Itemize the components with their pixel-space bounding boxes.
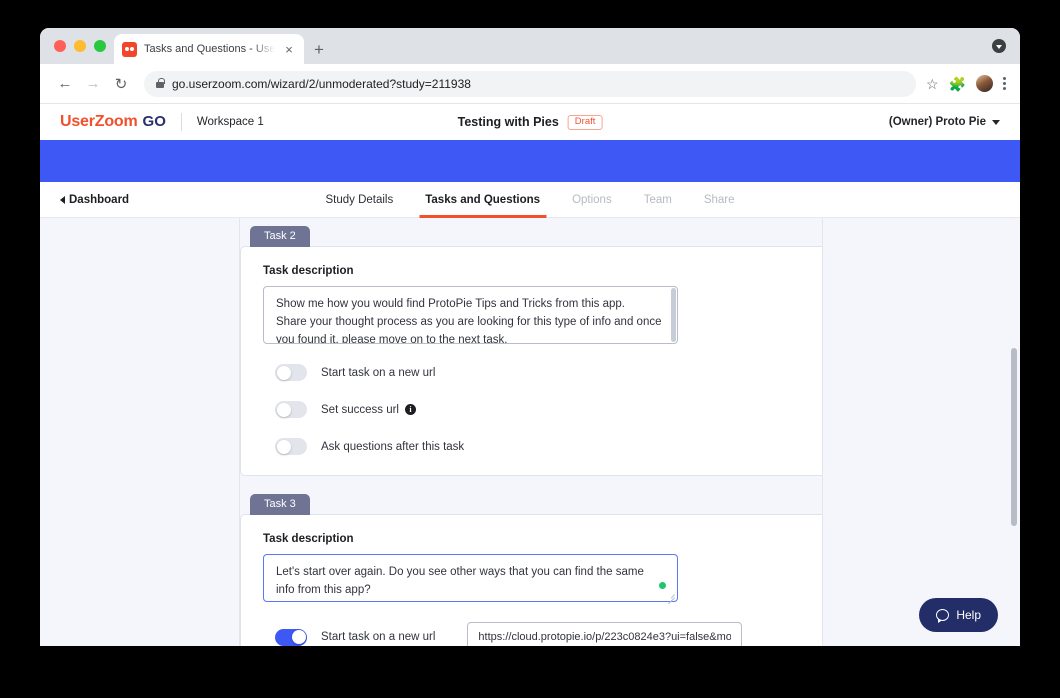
task-badge: Task 3 [250, 494, 310, 515]
valid-indicator-icon [659, 582, 666, 589]
task-card: Task description 🗑Remove [240, 514, 822, 646]
back-button[interactable]: ← [52, 71, 78, 97]
task-card: Task description 🗑Remove ⬆Move u [240, 246, 822, 476]
nav-tabs: Study Details Tasks and Questions Option… [309, 182, 750, 218]
task-description-label: Task description [263, 533, 354, 545]
toggle-row: Start task on a new url [263, 364, 822, 381]
chevron-left-icon [60, 195, 65, 204]
browser-toolbar: ← → ↻ go.userzoom.com/wizard/2/unmoderat… [40, 64, 1020, 104]
start-task-new-url-toggle[interactable] [275, 364, 307, 381]
lock-icon [156, 77, 165, 88]
help-button-label: Help [956, 608, 981, 622]
browser-tab-title: Tasks and Questions - UserZoom GO [144, 43, 275, 55]
task-url-input[interactable] [467, 622, 743, 646]
left-pane [40, 218, 240, 646]
tab-team[interactable]: Team [628, 182, 688, 218]
page-scrollbar[interactable] [1010, 218, 1018, 646]
reload-button[interactable]: ↻ [108, 71, 134, 97]
page-scrollbar-thumb[interactable] [1011, 348, 1017, 526]
tab-options[interactable]: Options [556, 182, 628, 218]
page-title: Testing with Pies [457, 115, 559, 129]
logo-go-text: GO [142, 113, 166, 130]
right-pane [822, 218, 1020, 646]
browser-tab[interactable]: Tasks and Questions - UserZoom GO × [114, 34, 304, 64]
window-maximize-button[interactable] [94, 40, 106, 52]
ask-questions-toggle[interactable] [275, 438, 307, 455]
chevron-down-icon [992, 119, 1000, 125]
progress-banner [40, 140, 1020, 182]
workspace-label[interactable]: Workspace 1 [197, 116, 264, 128]
window-close-button[interactable] [54, 40, 66, 52]
status-badge: Draft [567, 114, 603, 130]
extensions-puzzle-icon[interactable]: 🧩 [949, 77, 966, 91]
browser-window: Tasks and Questions - UserZoom GO × + ← … [40, 28, 1020, 646]
task-block: Task 3 Task description 🗑Remove [240, 494, 822, 646]
task-description-wrap [263, 286, 678, 344]
task-description-input[interactable] [263, 554, 678, 602]
forward-button[interactable]: → [80, 71, 106, 97]
userzoom-favicon-icon [122, 41, 137, 57]
close-icon[interactable]: × [282, 43, 296, 56]
toggle-row: Set success url i [263, 401, 822, 418]
task-description-wrap [263, 554, 678, 602]
account-label: (Owner) Proto Pie [888, 116, 986, 128]
study-title-group: Testing with Pies Draft [457, 114, 603, 130]
toggle-row: Start task on a new url [263, 622, 822, 646]
help-button[interactable]: Help [919, 598, 998, 632]
textarea-scrollbar[interactable] [671, 288, 676, 342]
tab-share[interactable]: Share [688, 182, 751, 218]
account-menu[interactable]: (Owner) Proto Pie [889, 116, 1000, 128]
logo-userzoom-text: UserZoom [60, 113, 138, 130]
profile-avatar[interactable] [976, 75, 993, 92]
toggle-label: Set success url i [321, 404, 416, 416]
task-description-input[interactable] [263, 286, 678, 344]
bookmark-star-icon[interactable]: ☆ [926, 77, 939, 91]
address-bar[interactable]: go.userzoom.com/wizard/2/unmoderated?stu… [144, 70, 916, 97]
app-header: UserZoom GO Workspace 1 Testing with Pie… [40, 104, 1020, 140]
chat-bubble-icon [936, 609, 950, 623]
task-description-label: Task description [263, 265, 354, 277]
userzoom-go-logo[interactable]: UserZoom GO [60, 113, 166, 131]
toggle-row: Ask questions after this task [263, 438, 822, 455]
browser-menu-icon[interactable] [1003, 77, 1006, 90]
tasks-list: Task 2 Task description 🗑Remove [240, 226, 822, 646]
tab-tasks-and-questions[interactable]: Tasks and Questions [409, 182, 556, 218]
info-icon[interactable]: i [404, 404, 416, 415]
address-bar-url: go.userzoom.com/wizard/2/unmoderated?stu… [172, 76, 471, 91]
tasks-content-area: Task 2 Task description 🗑Remove [240, 218, 822, 646]
new-tab-button[interactable]: + [314, 41, 324, 58]
tab-study-details[interactable]: Study Details [309, 182, 409, 218]
download-indicator-icon[interactable] [992, 39, 1006, 53]
app-body: Task 2 Task description 🗑Remove [40, 218, 1020, 646]
breadcrumb-dashboard-label: Dashboard [69, 193, 130, 206]
userzoom-app: UserZoom GO Workspace 1 Testing with Pie… [40, 104, 1020, 646]
study-nav: Dashboard Study Details Tasks and Questi… [40, 182, 1020, 218]
toggle-label-text: Set success url [321, 403, 399, 416]
toolbar-icons: ☆ 🧩 [926, 75, 1008, 92]
header-divider [180, 113, 182, 131]
browser-tab-strip: Tasks and Questions - UserZoom GO × + [40, 28, 1020, 64]
set-success-url-toggle[interactable] [275, 401, 307, 418]
toggle-label: Ask questions after this task [321, 440, 465, 453]
window-minimize-button[interactable] [74, 40, 86, 52]
start-task-new-url-toggle[interactable] [275, 628, 307, 646]
task-block: Task 2 Task description 🗑Remove [240, 226, 822, 476]
toggle-label: Start task on a new url [321, 631, 436, 643]
breadcrumb-dashboard[interactable]: Dashboard [60, 194, 129, 206]
toggle-label: Start task on a new url [321, 366, 436, 379]
window-traffic-lights [50, 28, 114, 64]
task-badge: Task 2 [250, 226, 310, 247]
